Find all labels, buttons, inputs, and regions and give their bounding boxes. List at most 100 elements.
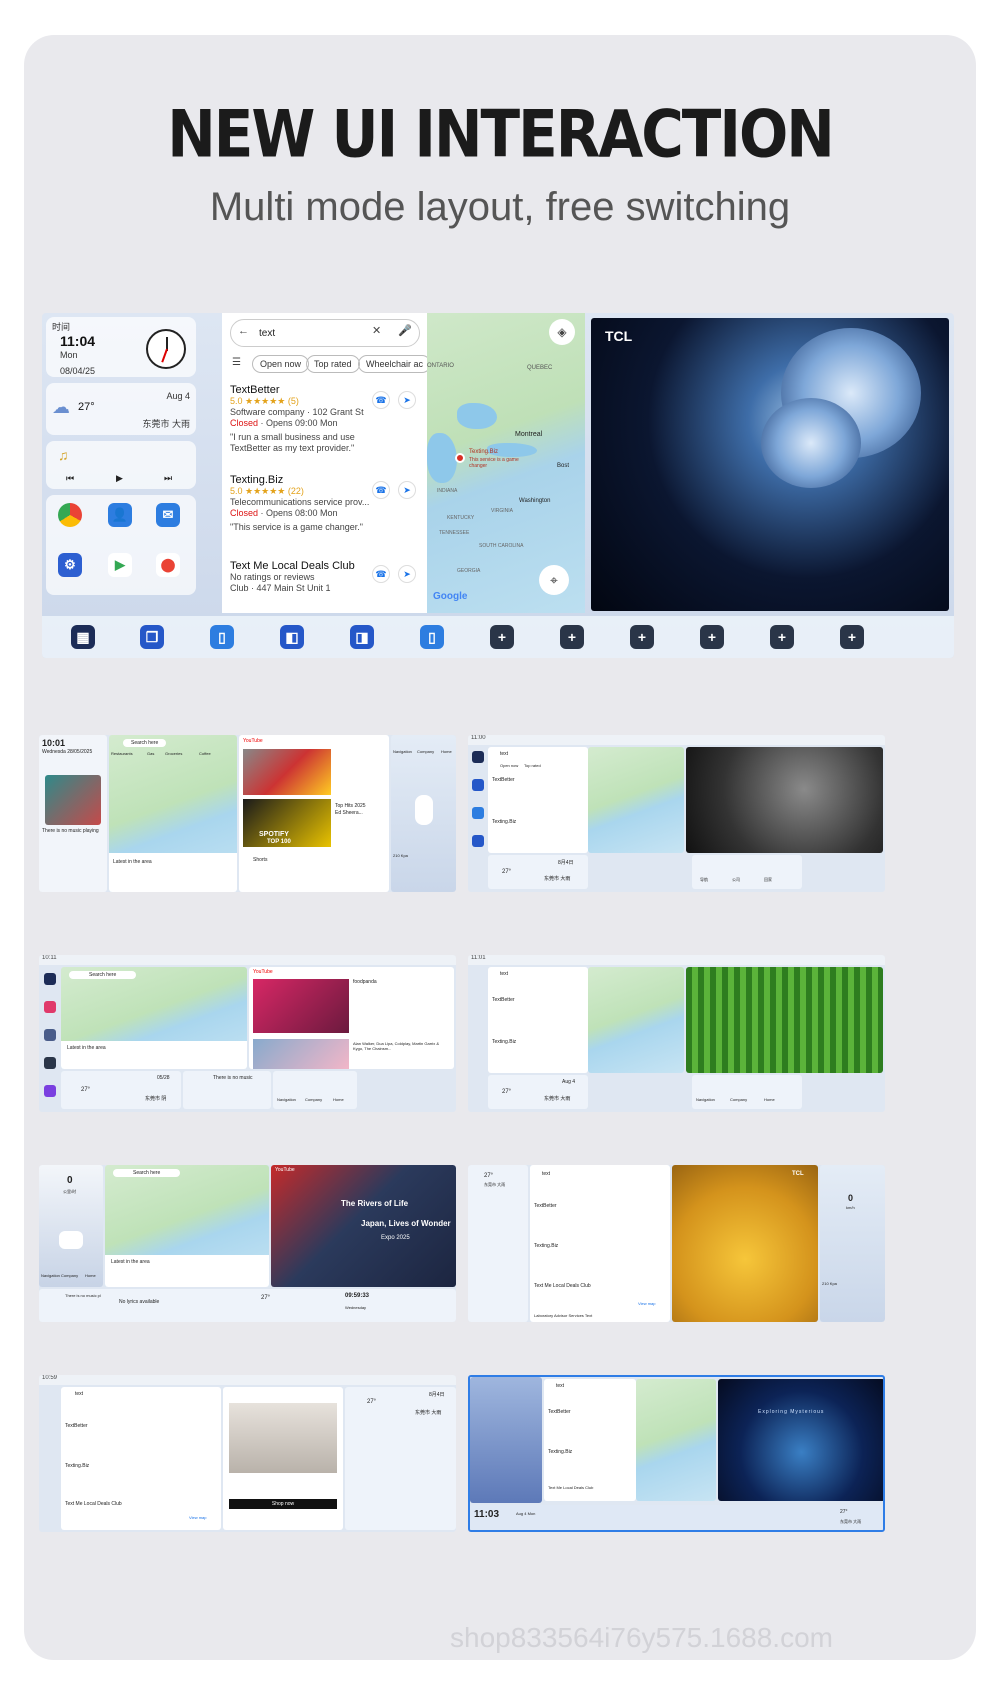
multi-window-icon[interactable]: ❐ [140,625,164,649]
chrome-icon[interactable] [58,503,82,527]
split-remove-icon[interactable]: ◨ [350,625,374,649]
weather-widget[interactable]: 27° 8月4日 东莞市 大雨 [488,855,588,889]
search-input[interactable]: Search here [113,1169,181,1177]
list-item[interactable]: Text Me Local Deals Club No ratings or r… [230,561,420,594]
map-panel[interactable] [636,1379,716,1501]
search-panel[interactable]: text TextBetter Texting.Biz Text Me Loca… [544,1379,636,1501]
back-arrow-icon[interactable]: ← [238,325,249,337]
chip[interactable]: Gas [147,751,154,756]
clear-icon[interactable]: ✕ [372,324,381,337]
messages-icon[interactable]: ✉ [156,503,180,527]
layout-thumbnail[interactable]: 11:01 text TextBetter Texting.Biz 27° Au… [468,955,885,1112]
search-panel[interactable]: text TextBetter Texting.Biz Text Me Loca… [61,1387,221,1530]
add-slot-icon[interactable]: + [770,625,794,649]
video-thumbnail[interactable] [253,979,349,1033]
layout-thumbnail[interactable]: 11:00 text Open now Top rated TextBetter… [468,735,885,892]
call-icon[interactable]: ☎ [372,565,390,583]
search-input[interactable]: text [500,971,508,977]
youtube-panel[interactable]: YouTube foodpanda Alan Walker, Dua Lipa,… [249,967,454,1069]
weather-widget[interactable]: 27° 05/28 东莞市 阴 [61,1071,181,1109]
list-item[interactable]: Texting.Biz 5.0 ★★★★★ (22) Telecommunica… [230,475,420,533]
media-icon[interactable] [44,1085,56,1097]
mic-icon[interactable]: 🎤 [398,324,412,337]
chip-top-rated[interactable]: Top rated [306,355,360,373]
youtube-panel[interactable]: YouTube The Rivers of Life Japan, Lives … [271,1165,456,1287]
apps-icon[interactable] [44,973,56,985]
layout-thumbnail[interactable]: 27° 东莞市 大雨 text TextBetter Texting.Biz T… [468,1165,885,1322]
view-map-button[interactable]: View map [189,1515,207,1520]
search-input[interactable]: text [75,1391,83,1397]
add-slot-icon[interactable]: + [700,625,724,649]
directions-icon[interactable]: ➤ [398,481,416,499]
contacts-icon[interactable]: 👤 [108,503,132,527]
add-slot-icon[interactable]: + [840,625,864,649]
split-add-icon[interactable]: ◧ [280,625,304,649]
layout-thumbnail[interactable]: 10:59 text TextBetter Texting.Biz Text M… [39,1375,456,1532]
layout-thumbnail[interactable]: text TextBetter Texting.Biz Text Me Loca… [468,1375,885,1532]
shortcut-widget[interactable]: 导航 公司 回家 [692,855,802,889]
weather-widget[interactable]: ☁ 27° Aug 4 东莞市 大雨 [46,383,196,435]
chip[interactable]: Coffee [199,751,211,756]
music-status[interactable]: There is no music pl [65,1293,101,1298]
add-slot-icon[interactable]: + [630,625,654,649]
chip[interactable]: Restaurants [111,751,133,756]
map-view[interactable]: ONTARIO QUEBEC Montreal Texting.Biz This… [427,313,585,613]
directions-icon[interactable]: ➤ [398,391,416,409]
view-map-button[interactable]: View map [638,1301,656,1306]
clock-widget[interactable]: 时间 11:04 Mon 08/04/25 [46,317,196,377]
previous-icon[interactable]: ⏮ [66,473,74,484]
settings-icon[interactable]: ⚙ [58,553,82,577]
maps-icon[interactable]: ⬤ [156,553,180,577]
search-input[interactable]: Search here [123,739,167,747]
video-player[interactable]: TCL [591,318,949,611]
layers-icon[interactable]: ◈ [549,319,575,345]
search-input[interactable]: Search here [69,971,137,979]
shop-now-button[interactable]: Shop now [229,1499,337,1509]
panel-icon[interactable] [472,807,484,819]
search-input[interactable]: text [556,1383,564,1389]
chip[interactable]: Groceries [165,751,182,756]
map-pin-icon[interactable] [455,453,465,463]
video-panel[interactable]: Exploring Mysterious [718,1379,883,1501]
call-icon[interactable]: ☎ [372,391,390,409]
add-slot-icon[interactable]: + [490,625,514,649]
next-icon[interactable]: ⏭ [164,473,172,484]
apps-icon[interactable] [472,751,484,763]
add-slot-icon[interactable]: + [560,625,584,649]
split-icon[interactable] [472,835,484,847]
map-panel[interactable] [588,967,684,1073]
video-thumbnail[interactable] [243,749,331,795]
call-icon[interactable]: ☎ [372,481,390,499]
search-input[interactable]: text [500,751,508,757]
settings-icon[interactable] [44,1057,56,1069]
shortcut-widget[interactable]: Navigation Company Home [692,1075,802,1109]
shortcut-widget[interactable]: Navigation Company Home [273,1071,357,1109]
fullscreen-panel-icon[interactable]: ▯ [420,625,444,649]
layout-thumbnail[interactable]: 0 公里/时 Navigation Company Home Search he… [39,1165,456,1322]
search-input[interactable]: text [230,319,420,347]
layout-thumbnail[interactable]: 10:11 Search here Latest in the area You… [39,955,456,1112]
map-panel[interactable]: Search here Restaurants Gas Groceries Co… [109,735,237,892]
chip[interactable]: Top rated [524,763,541,768]
music-widget[interactable]: There is no music [183,1071,271,1109]
filter-icon[interactable]: ☰ [232,357,241,368]
map-panel[interactable]: Search here Latest in the area [105,1165,269,1287]
weather-widget[interactable]: 27° Aug 4 东莞市 大雨 [488,1075,588,1109]
chip-open-now[interactable]: Open now [252,355,310,373]
search-panel[interactable]: text Open now Top rated TextBetter Texti… [488,747,588,853]
youtube-panel[interactable]: YouTube SPOTIFY TOP 100 Top Hits 2025 Ed… [239,735,389,892]
music-app-icon[interactable] [44,1001,56,1013]
layout-thumbnail[interactable]: 10:01 Wednesda 28/05/2025 There is no mu… [39,735,456,892]
map-panel[interactable] [588,747,684,853]
directions-icon[interactable]: ➤ [398,565,416,583]
locate-icon[interactable]: ⌖ [539,565,569,595]
single-panel-icon[interactable]: ▯ [210,625,234,649]
download-icon[interactable] [44,1029,56,1041]
play-store-icon[interactable]: ▶ [108,553,132,577]
chip-wheelchair[interactable]: Wheelchair ac [358,355,432,373]
video-thumbnail[interactable] [253,1039,349,1069]
apps-icon[interactable]: ▦ [71,625,95,649]
search-panel[interactable]: text TextBetter Texting.Biz Text Me Loca… [530,1165,670,1322]
video-panel[interactable]: TCL [672,1165,818,1322]
chip[interactable]: Open now [500,763,518,768]
